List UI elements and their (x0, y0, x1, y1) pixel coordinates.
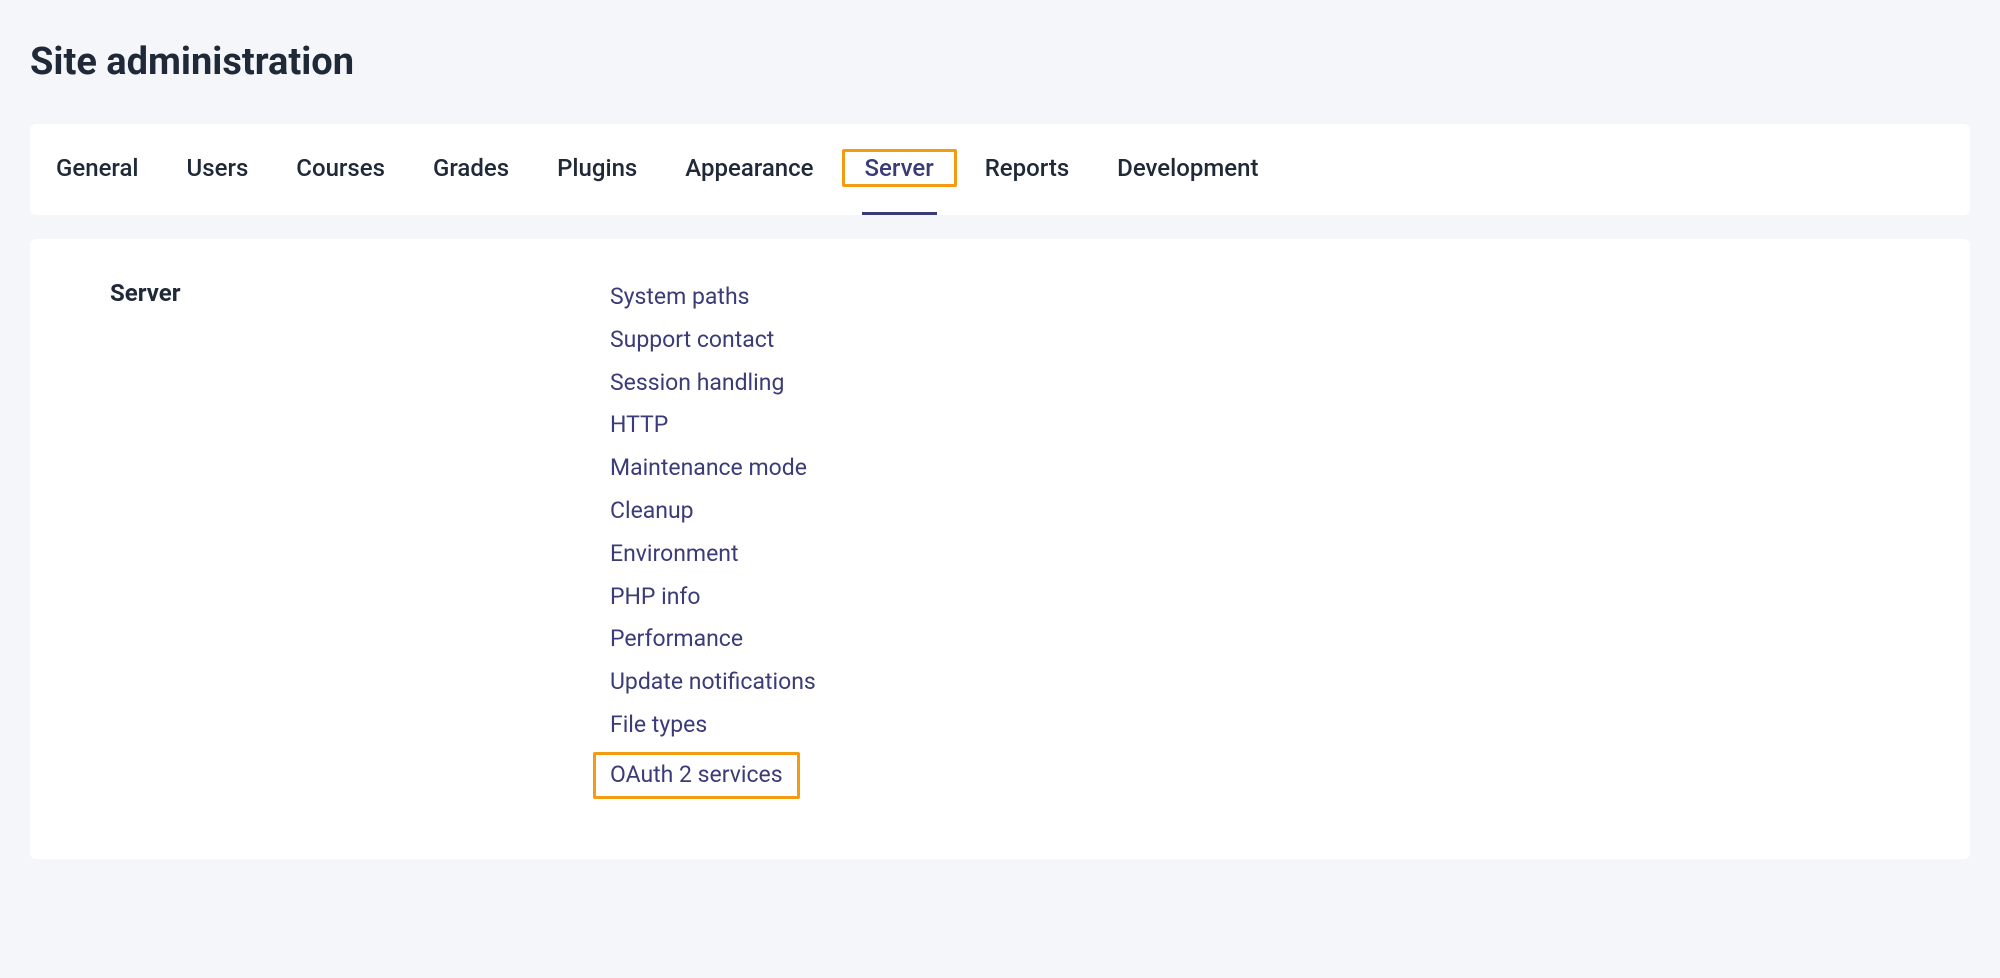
tab-plugins[interactable]: Plugins (557, 124, 637, 215)
link-oauth-2-services[interactable]: OAuth 2 services (593, 752, 800, 799)
tab-label: Server (865, 154, 934, 182)
tab-label: Development (1117, 154, 1258, 182)
link-session-handling[interactable]: Session handling (610, 365, 816, 402)
links-column: System paths Support contact Session han… (610, 279, 816, 799)
content-row: Server System paths Support contact Sess… (110, 279, 1890, 799)
tab-users[interactable]: Users (187, 124, 249, 215)
tab-label: Reports (985, 154, 1069, 182)
link-performance[interactable]: Performance (610, 621, 816, 658)
page-container: Site administration General Users Course… (0, 0, 2000, 859)
link-php-info[interactable]: PHP info (610, 579, 816, 616)
page-title: Site administration (30, 40, 1970, 84)
tab-courses[interactable]: Courses (296, 124, 385, 215)
link-update-notifications[interactable]: Update notifications (610, 664, 816, 701)
tab-reports[interactable]: Reports (985, 124, 1069, 215)
tab-grades[interactable]: Grades (433, 124, 509, 215)
tabs-container: General Users Courses Grades Plugins App… (30, 124, 1970, 215)
link-system-paths[interactable]: System paths (610, 279, 816, 316)
link-cleanup[interactable]: Cleanup (610, 493, 816, 530)
link-maintenance-mode[interactable]: Maintenance mode (610, 450, 816, 487)
tab-label: Grades (433, 154, 509, 182)
tab-label: General (56, 154, 139, 182)
tab-general[interactable]: General (56, 124, 139, 215)
tab-label: Plugins (557, 154, 637, 182)
content-container: Server System paths Support contact Sess… (30, 239, 1970, 859)
tab-highlight-box: Server (842, 149, 957, 187)
tab-development[interactable]: Development (1117, 124, 1258, 215)
tab-appearance[interactable]: Appearance (685, 124, 813, 215)
link-http[interactable]: HTTP (610, 407, 816, 444)
link-environment[interactable]: Environment (610, 536, 816, 573)
link-file-types[interactable]: File types (610, 707, 816, 744)
section-title: Server (110, 279, 610, 307)
tab-label: Courses (296, 154, 385, 182)
tab-server[interactable]: Server (862, 124, 937, 215)
tab-label: Users (187, 154, 249, 182)
link-support-contact[interactable]: Support contact (610, 322, 816, 359)
tab-label: Appearance (685, 154, 813, 182)
tabs: General Users Courses Grades Plugins App… (30, 124, 1970, 215)
